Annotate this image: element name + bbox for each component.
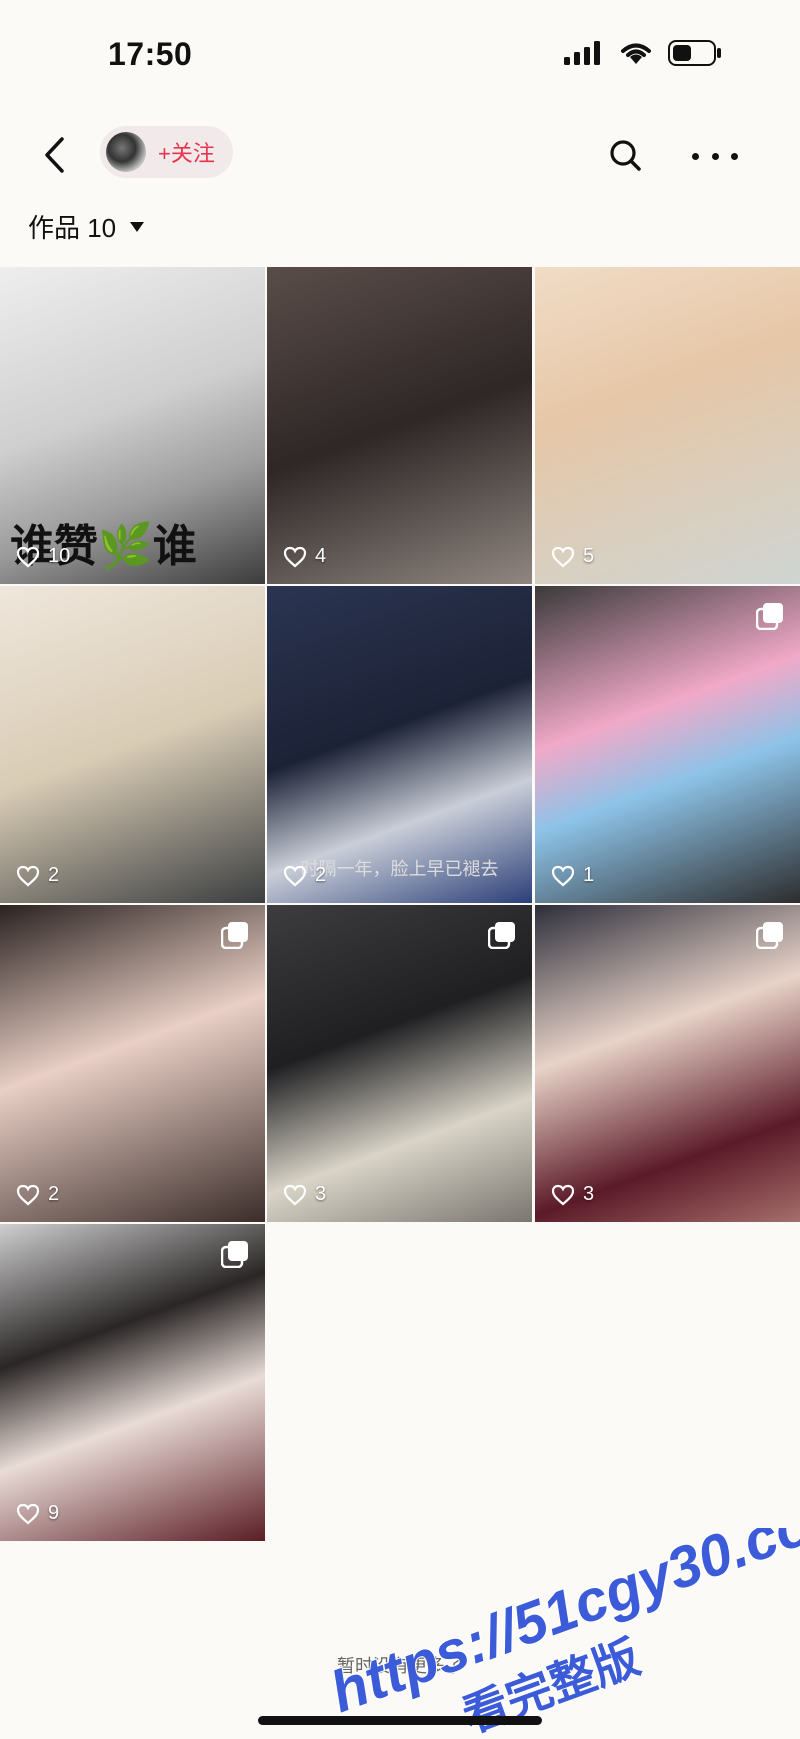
heart-icon — [16, 1184, 40, 1205]
avatar[interactable] — [106, 132, 146, 172]
post-tile[interactable]: 3 — [267, 905, 532, 1222]
multi-image-icon — [221, 922, 248, 949]
more-button[interactable] — [692, 136, 738, 176]
like-count-value: 9 — [48, 1502, 60, 1524]
wifi-icon — [621, 43, 651, 64]
heart-icon — [283, 1184, 307, 1205]
post-thumbnail — [0, 905, 265, 1222]
battery-icon — [668, 40, 721, 66]
like-count-value: 5 — [583, 545, 595, 567]
like-count: 2 — [283, 864, 326, 887]
like-count: 5 — [551, 545, 594, 568]
more-dot-icon — [731, 152, 738, 160]
caret-down-icon — [130, 221, 145, 232]
like-count-value: 2 — [315, 864, 327, 886]
post-tile[interactable]: 谁赞🌿谁 10 — [0, 267, 265, 584]
post-tile[interactable]: 1 — [535, 586, 800, 903]
no-more-text: 暂时没有更多了 — [337, 1656, 463, 1676]
heart-icon — [16, 1503, 40, 1524]
post-tile[interactable]: 2 — [0, 905, 265, 1222]
like-count: 1 — [551, 864, 594, 887]
like-count-value: 3 — [315, 1183, 327, 1205]
post-thumbnail — [267, 905, 532, 1222]
watermark-url: https://51cgy30.com — [330, 1528, 800, 1725]
works-filter[interactable]: 作品 10 — [28, 208, 145, 245]
follow-chip[interactable]: +关注 — [100, 126, 233, 178]
signal-icon — [564, 41, 600, 65]
more-dot-icon — [692, 152, 699, 160]
status-icons — [564, 40, 722, 66]
post-thumbnail — [535, 905, 800, 1222]
home-indicator[interactable] — [258, 1716, 542, 1725]
post-thumbnail — [535, 586, 800, 903]
like-count: 4 — [283, 545, 326, 568]
heart-icon — [16, 865, 40, 886]
post-thumbnail — [0, 586, 265, 903]
like-count: 3 — [551, 1183, 594, 1206]
heart-icon — [551, 546, 575, 567]
post-tile[interactable]: 时隔一年，脸上早已褪去 2 — [267, 586, 532, 903]
multi-image-icon — [221, 1241, 248, 1268]
post-tile[interactable]: 2 — [0, 586, 265, 903]
top-nav: +关注 — [0, 120, 800, 190]
watermark: https://51cgy30.com 看完整版 — [330, 1528, 800, 1738]
post-tile[interactable]: 9 — [0, 1224, 265, 1541]
post-thumbnail — [267, 267, 532, 584]
post-thumbnail — [535, 267, 800, 584]
like-count-value: 3 — [583, 1183, 595, 1205]
post-thumbnail — [0, 1224, 265, 1541]
search-icon — [610, 140, 641, 171]
multi-image-icon — [488, 922, 515, 949]
like-count: 2 — [16, 864, 59, 887]
like-count-value: 4 — [315, 545, 327, 567]
like-count: 2 — [16, 1183, 59, 1206]
heart-icon — [16, 546, 40, 567]
more-dot-icon — [711, 152, 719, 160]
works-label: 作品 10 — [28, 213, 117, 243]
status-time: 17:50 — [108, 36, 193, 72]
like-count-value: 10 — [48, 545, 71, 567]
heart-icon — [283, 546, 307, 567]
like-count: 10 — [16, 545, 70, 568]
post-tile[interactable]: 3 — [535, 905, 800, 1222]
heart-icon — [551, 865, 575, 886]
like-count: 3 — [283, 1183, 326, 1206]
follow-button-label: +关注 — [158, 141, 215, 166]
like-count-value: 2 — [48, 864, 60, 886]
heart-icon — [551, 1184, 575, 1205]
multi-image-icon — [756, 922, 783, 949]
like-count-value: 2 — [48, 1183, 60, 1205]
search-button[interactable] — [606, 136, 646, 176]
post-tile[interactable]: 5 — [535, 267, 800, 584]
post-tile[interactable]: 4 — [267, 267, 532, 584]
status-bar: 17:50 — [0, 0, 800, 110]
multi-image-icon — [756, 603, 783, 630]
like-count-value: 1 — [583, 864, 595, 886]
chevron-left-icon — [45, 137, 64, 173]
heart-icon — [283, 865, 307, 886]
like-count: 9 — [16, 1502, 59, 1525]
back-button[interactable] — [34, 130, 74, 180]
